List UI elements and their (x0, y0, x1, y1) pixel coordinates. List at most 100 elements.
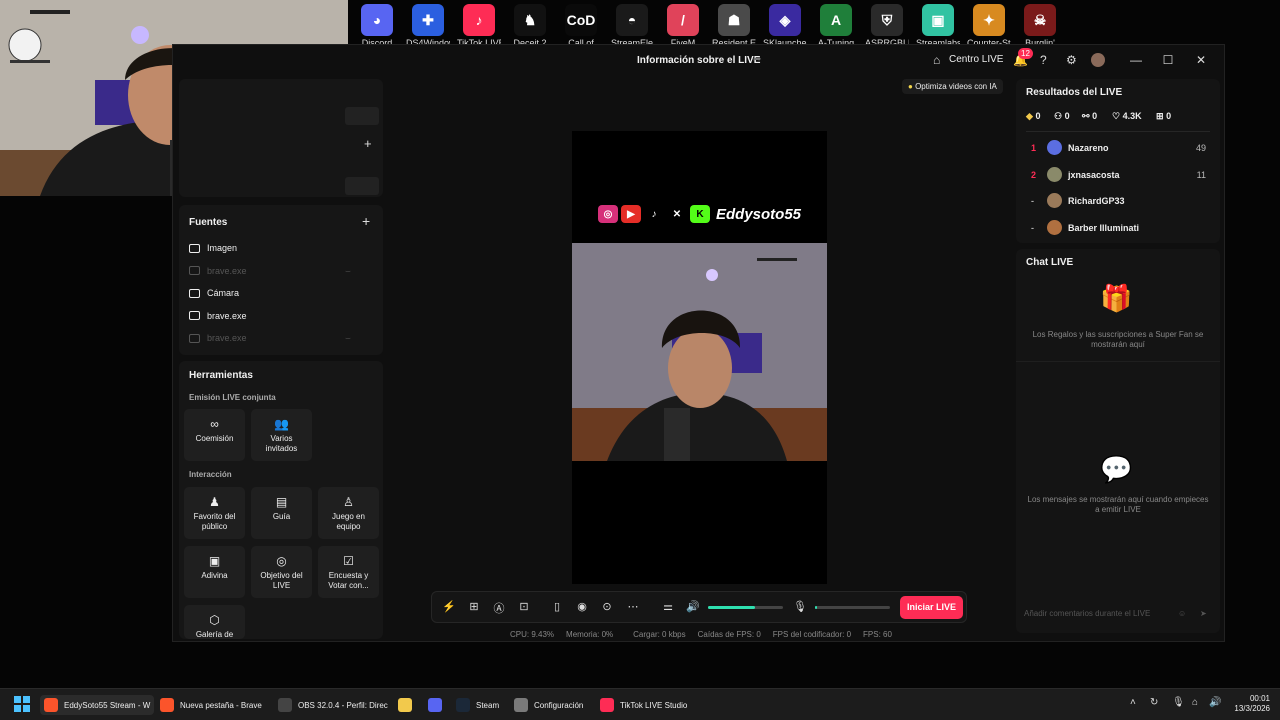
record-icon[interactable]: ◉ (574, 600, 590, 613)
link-icon: ∞ (210, 417, 219, 431)
rank-number: - (1031, 222, 1034, 233)
audience-favorite-button[interactable]: ♟ Favorito del público (184, 487, 245, 539)
settings-sliders-icon[interactable]: ⚌ (660, 600, 676, 613)
chevron-up-icon[interactable]: ˄ (1130, 697, 1136, 708)
source-item[interactable]: Imagen (189, 243, 237, 253)
more-icon[interactable]: ⋯ (625, 600, 641, 613)
team-game-button[interactable]: ♙ Juego en equipo (318, 487, 379, 539)
users-icon: ⚇ (1054, 111, 1063, 121)
taskbar-app[interactable]: EddySoto55 Stream - W (40, 695, 155, 715)
volume-icon[interactable]: 🔊 (1209, 697, 1221, 708)
multi-guest-button[interactable]: 👥 Varios invitados (251, 409, 312, 461)
desktop-shortcut[interactable]: CoDCall of (559, 4, 603, 48)
scene-row[interactable] (345, 107, 379, 125)
minimize-icon[interactable]: — (1127, 53, 1145, 67)
app-icon (278, 698, 292, 712)
add-media-icon[interactable]: ⊞ (466, 600, 482, 613)
source-item[interactable]: brave.exe (189, 266, 247, 276)
help-icon[interactable]: ? (1040, 53, 1047, 67)
add-scene-icon[interactable]: + (364, 136, 372, 151)
ranking-row[interactable]: 1 Nazareno 49 (1016, 139, 1220, 159)
cod-icon: CoD (565, 4, 597, 36)
desktop-shortcut[interactable]: ▣Streamlabs (916, 4, 960, 48)
taskbar-app[interactable]: Nueva pestaña - Brave (160, 695, 262, 715)
desktop-shortcut[interactable]: ⛨ASRRGBLED (865, 4, 909, 48)
live-info-title[interactable]: Información sobre el LIVE (637, 55, 760, 66)
screen-icon[interactable]: ⊡ (516, 600, 532, 613)
capture-icon[interactable]: ⊙ (599, 600, 615, 613)
mic-tray-icon[interactable]: 🎙 (1172, 697, 1185, 708)
fps-stat: FPS: 60 (863, 630, 892, 639)
visibility-toggle-icon[interactable]: ⌣ (345, 266, 351, 277)
app-icon (44, 698, 58, 712)
desktop-shortcut[interactable]: ◕Discord (355, 4, 399, 48)
source-item[interactable]: brave.exe (189, 311, 247, 321)
maximize-icon[interactable]: ☐ (1159, 53, 1177, 67)
desktop-shortcut[interactable]: ◈SKlauncher (763, 4, 807, 48)
desktop-shortcut[interactable]: ☗Resident Evil (712, 4, 756, 48)
guide-button[interactable]: ▤ Guía (251, 487, 312, 539)
microphone-icon[interactable]: 🎙 (792, 600, 808, 613)
ranking-row[interactable]: - RichardGP33 (1016, 192, 1220, 212)
source-item[interactable]: brave.exe (189, 333, 247, 343)
desktop-shortcut[interactable]: AA-Tuning (814, 4, 858, 48)
desktop-shortcut[interactable]: ✦Counter-Str (967, 4, 1011, 48)
visibility-toggle-icon[interactable]: ⌣ (345, 333, 351, 344)
home-icon[interactable]: ⌂ (933, 53, 940, 67)
sync-icon[interactable]: ↻ (1150, 697, 1158, 708)
desktop-shortcut[interactable]: ♪TikTok LIVE (457, 4, 501, 48)
ranking-row[interactable]: 2 jxnasacosta 11 (1016, 166, 1220, 186)
centro-live-button[interactable]: Centro LIVE (949, 54, 1003, 65)
desktop-shortcut[interactable]: ♞Deceit 2 (508, 4, 552, 48)
camera-person-image (572, 243, 827, 461)
volume-slider[interactable] (708, 606, 783, 609)
taskbar-app[interactable]: OBS 32.0.4 - Perfil: Direc (278, 695, 388, 715)
live-chat-panel: Chat LIVE 🎁 Los Regalos y las suscripcio… (1016, 249, 1220, 633)
tools-panel: Herramientas Emisión LIVE conjunta ∞ Coe… (179, 361, 383, 639)
add-source-icon[interactable]: + (362, 213, 370, 229)
taskbar-app[interactable] (398, 695, 418, 715)
taskbar: EddySoto55 Stream - W Nueva pestaña - Bra… (0, 688, 1280, 720)
coemision-button[interactable]: ∞ Coemisión (184, 409, 245, 461)
scene-row[interactable] (345, 177, 379, 195)
desktop-shortcut[interactable]: ◓StreamEle (610, 4, 654, 48)
ai-icon[interactable]: Ⓐ (491, 600, 507, 616)
network-icon[interactable]: ⌂ (1192, 697, 1198, 708)
poll-button[interactable]: ☑ Encuesta y Votar con... (318, 546, 379, 598)
windows-start-icon[interactable] (14, 696, 30, 712)
taskbar-app[interactable]: Configuración (514, 695, 583, 715)
gear-icon[interactable]: ⚙ (1066, 53, 1077, 67)
phone-icon[interactable]: ▯ (549, 600, 565, 613)
desktop-shortcut[interactable]: /FiveM (661, 4, 705, 48)
avatar[interactable] (1091, 53, 1105, 67)
ranking-value: 49 (1195, 143, 1206, 153)
taskbar-app[interactable]: TikTok LIVE Studio (600, 695, 687, 715)
desktop-shortcut[interactable]: ✚DS4Windows (406, 4, 450, 48)
magic-wand-icon[interactable]: ⚡ (441, 600, 457, 613)
go-live-button[interactable]: Iniciar LIVE (900, 596, 963, 619)
optimize-ai-button[interactable]: ● Optimiza videos con IA (902, 79, 1003, 94)
system-clock[interactable]: 00:01 13/3/2026 (1228, 694, 1270, 714)
ranking-row[interactable]: - Barber Illuminati (1016, 219, 1220, 239)
gift-gallery-button[interactable]: ⬡ Galería de (184, 605, 245, 639)
emoji-icon[interactable]: ☺ (1178, 609, 1186, 618)
mic-slider[interactable] (815, 606, 890, 609)
source-item[interactable]: Cámara (189, 288, 239, 298)
target-icon: ◎ (276, 554, 287, 568)
speaker-icon[interactable]: 🔊 (685, 600, 701, 613)
send-icon[interactable]: ➤ (1200, 609, 1207, 618)
close-icon[interactable]: ✕ (1192, 53, 1210, 67)
image-icon (189, 243, 200, 253)
desktop-shortcut[interactable]: ☠Burglin' (1018, 4, 1062, 48)
burglin-icon: ☠ (1024, 4, 1056, 36)
live-goal-button[interactable]: ◎ Objetivo del LIVE (251, 546, 312, 598)
share-arrow-icon[interactable]: ➦ (753, 54, 761, 65)
rabbit-icon: ♞ (514, 4, 546, 36)
taskbar-app[interactable]: Steam (456, 695, 499, 715)
interaction-label: Interacción (189, 470, 232, 479)
chat-input[interactable]: Añadir comentarios durante el LIVE ☺ ➤ (1024, 609, 1214, 627)
notification-badge: 12 (1018, 48, 1033, 59)
gift-icon: ⊞ (1156, 111, 1164, 121)
taskbar-app[interactable] (428, 695, 448, 715)
guess-button[interactable]: ▣ Adivina (184, 546, 245, 598)
